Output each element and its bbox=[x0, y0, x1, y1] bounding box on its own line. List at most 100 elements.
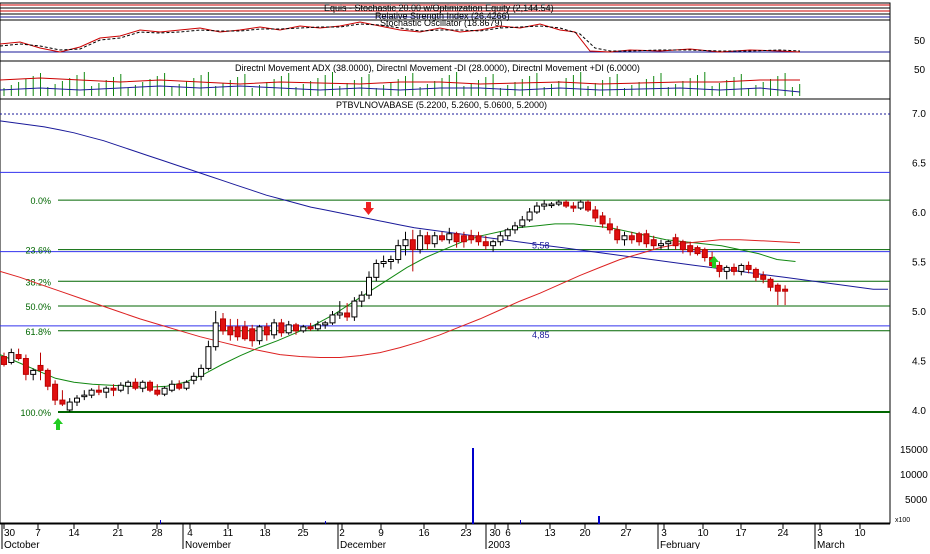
candle-body bbox=[190, 375, 197, 381]
candle-body bbox=[395, 245, 402, 261]
candle-body bbox=[439, 235, 445, 241]
x-tick-label: 14 bbox=[68, 528, 80, 539]
x-tick-label: 28 bbox=[151, 528, 163, 539]
candle-body bbox=[672, 237, 679, 247]
candle-body bbox=[183, 381, 190, 389]
candle-body bbox=[227, 326, 234, 336]
candle-body bbox=[336, 312, 343, 316]
month-label: October bbox=[4, 540, 40, 549]
month-label: February bbox=[660, 540, 700, 549]
candle-body bbox=[263, 326, 270, 336]
svg-text:x100: x100 bbox=[895, 517, 910, 524]
candle-body bbox=[599, 215, 606, 225]
y-tick-label: 6.5 bbox=[912, 159, 926, 170]
fib-label: 23.6% bbox=[25, 246, 51, 256]
x-tick-label: 3 bbox=[661, 528, 667, 539]
candle-body bbox=[446, 233, 453, 241]
candle-body bbox=[74, 397, 80, 403]
candle-body bbox=[176, 383, 183, 389]
candle-body bbox=[285, 324, 292, 334]
fib-label: 38.2% bbox=[25, 277, 51, 287]
x-tick-label: 6 bbox=[505, 528, 511, 539]
candle-body bbox=[147, 381, 153, 391]
candle-body bbox=[417, 235, 424, 251]
x-tick-label: 25 bbox=[297, 528, 309, 539]
candle-body bbox=[358, 294, 365, 302]
candle-body bbox=[592, 209, 599, 219]
y-tick-label: 5.0 bbox=[912, 307, 926, 318]
candle-body bbox=[241, 326, 248, 340]
candle-body bbox=[52, 383, 59, 401]
x-tick-label: 20 bbox=[579, 528, 591, 539]
candle-body bbox=[37, 364, 44, 371]
candle-body bbox=[314, 324, 321, 330]
candle-body bbox=[606, 223, 613, 231]
candle-body bbox=[249, 328, 256, 342]
background bbox=[0, 0, 930, 549]
candle-body bbox=[555, 201, 562, 205]
candle-body bbox=[322, 322, 329, 326]
candle-body bbox=[44, 369, 51, 387]
candle-body bbox=[256, 326, 263, 342]
candle-body bbox=[519, 219, 526, 227]
fib-label: 100.0% bbox=[20, 408, 51, 418]
candle-body bbox=[424, 235, 431, 245]
x-tick-label: 16 bbox=[418, 528, 430, 539]
candle-body bbox=[110, 387, 117, 391]
x-tick-label: 9 bbox=[378, 528, 384, 539]
candle-body bbox=[585, 201, 591, 211]
candle-body bbox=[643, 233, 650, 245]
candle-body bbox=[373, 262, 380, 278]
candle-body bbox=[745, 264, 752, 270]
candle-body bbox=[628, 235, 635, 241]
x-tick-label: 10 bbox=[697, 528, 709, 539]
candle-body bbox=[59, 399, 66, 405]
x-tick-label: 3 bbox=[817, 528, 823, 539]
candle-body bbox=[490, 241, 497, 247]
candle-body bbox=[161, 387, 168, 395]
candle-body bbox=[716, 264, 723, 272]
x-tick-label: 11 bbox=[223, 528, 234, 539]
x-tick-label: 27 bbox=[620, 528, 632, 539]
candle-body bbox=[30, 369, 37, 375]
candle-body bbox=[526, 211, 533, 221]
candle-body bbox=[468, 235, 475, 241]
month-label: March bbox=[817, 540, 845, 549]
candle-body bbox=[504, 229, 511, 237]
candle-body bbox=[300, 326, 307, 332]
candle-body bbox=[212, 322, 219, 348]
candle-body bbox=[636, 233, 643, 243]
candle-body bbox=[701, 249, 708, 259]
candle-body bbox=[22, 358, 29, 375]
candle-body bbox=[234, 326, 241, 338]
dmi-axis-50: 50 bbox=[914, 65, 926, 76]
price-title: PTBVLNOVABASE (5.2200, 5.2600, 5.0600, 5… bbox=[336, 100, 547, 110]
candle-body bbox=[125, 381, 132, 387]
candle-body bbox=[168, 383, 175, 391]
candle-body bbox=[665, 241, 672, 245]
candle-body bbox=[198, 367, 205, 377]
stochastic-axis-50: 50 bbox=[914, 36, 926, 47]
candle-body bbox=[220, 318, 226, 332]
candle-body bbox=[650, 239, 657, 247]
x-tick-label: 21 bbox=[112, 528, 124, 539]
candle-body bbox=[380, 261, 387, 264]
candle-body bbox=[95, 389, 102, 393]
candle-body bbox=[8, 352, 15, 363]
candle-body bbox=[760, 274, 767, 280]
dmi-label: Directnl Movement ADX (38.0000), Directn… bbox=[235, 63, 640, 73]
stochastic-label: Stochastic Oscillator (18.8679) bbox=[380, 18, 503, 28]
candle-body bbox=[278, 322, 285, 334]
candle-body bbox=[117, 384, 124, 391]
candle-body bbox=[293, 324, 299, 332]
x-tick-label: 23 bbox=[460, 528, 472, 539]
candle-body bbox=[533, 205, 540, 213]
y-tick-label: 7.0 bbox=[912, 109, 926, 120]
candle-body bbox=[351, 300, 358, 318]
candle-body bbox=[482, 241, 489, 247]
candle-body bbox=[577, 201, 584, 209]
chart-window: Equis - Stochastic 20.00 w/Optimization … bbox=[0, 0, 930, 551]
candle-body bbox=[409, 239, 416, 251]
candle-body bbox=[205, 346, 212, 369]
candle-body bbox=[738, 264, 745, 272]
